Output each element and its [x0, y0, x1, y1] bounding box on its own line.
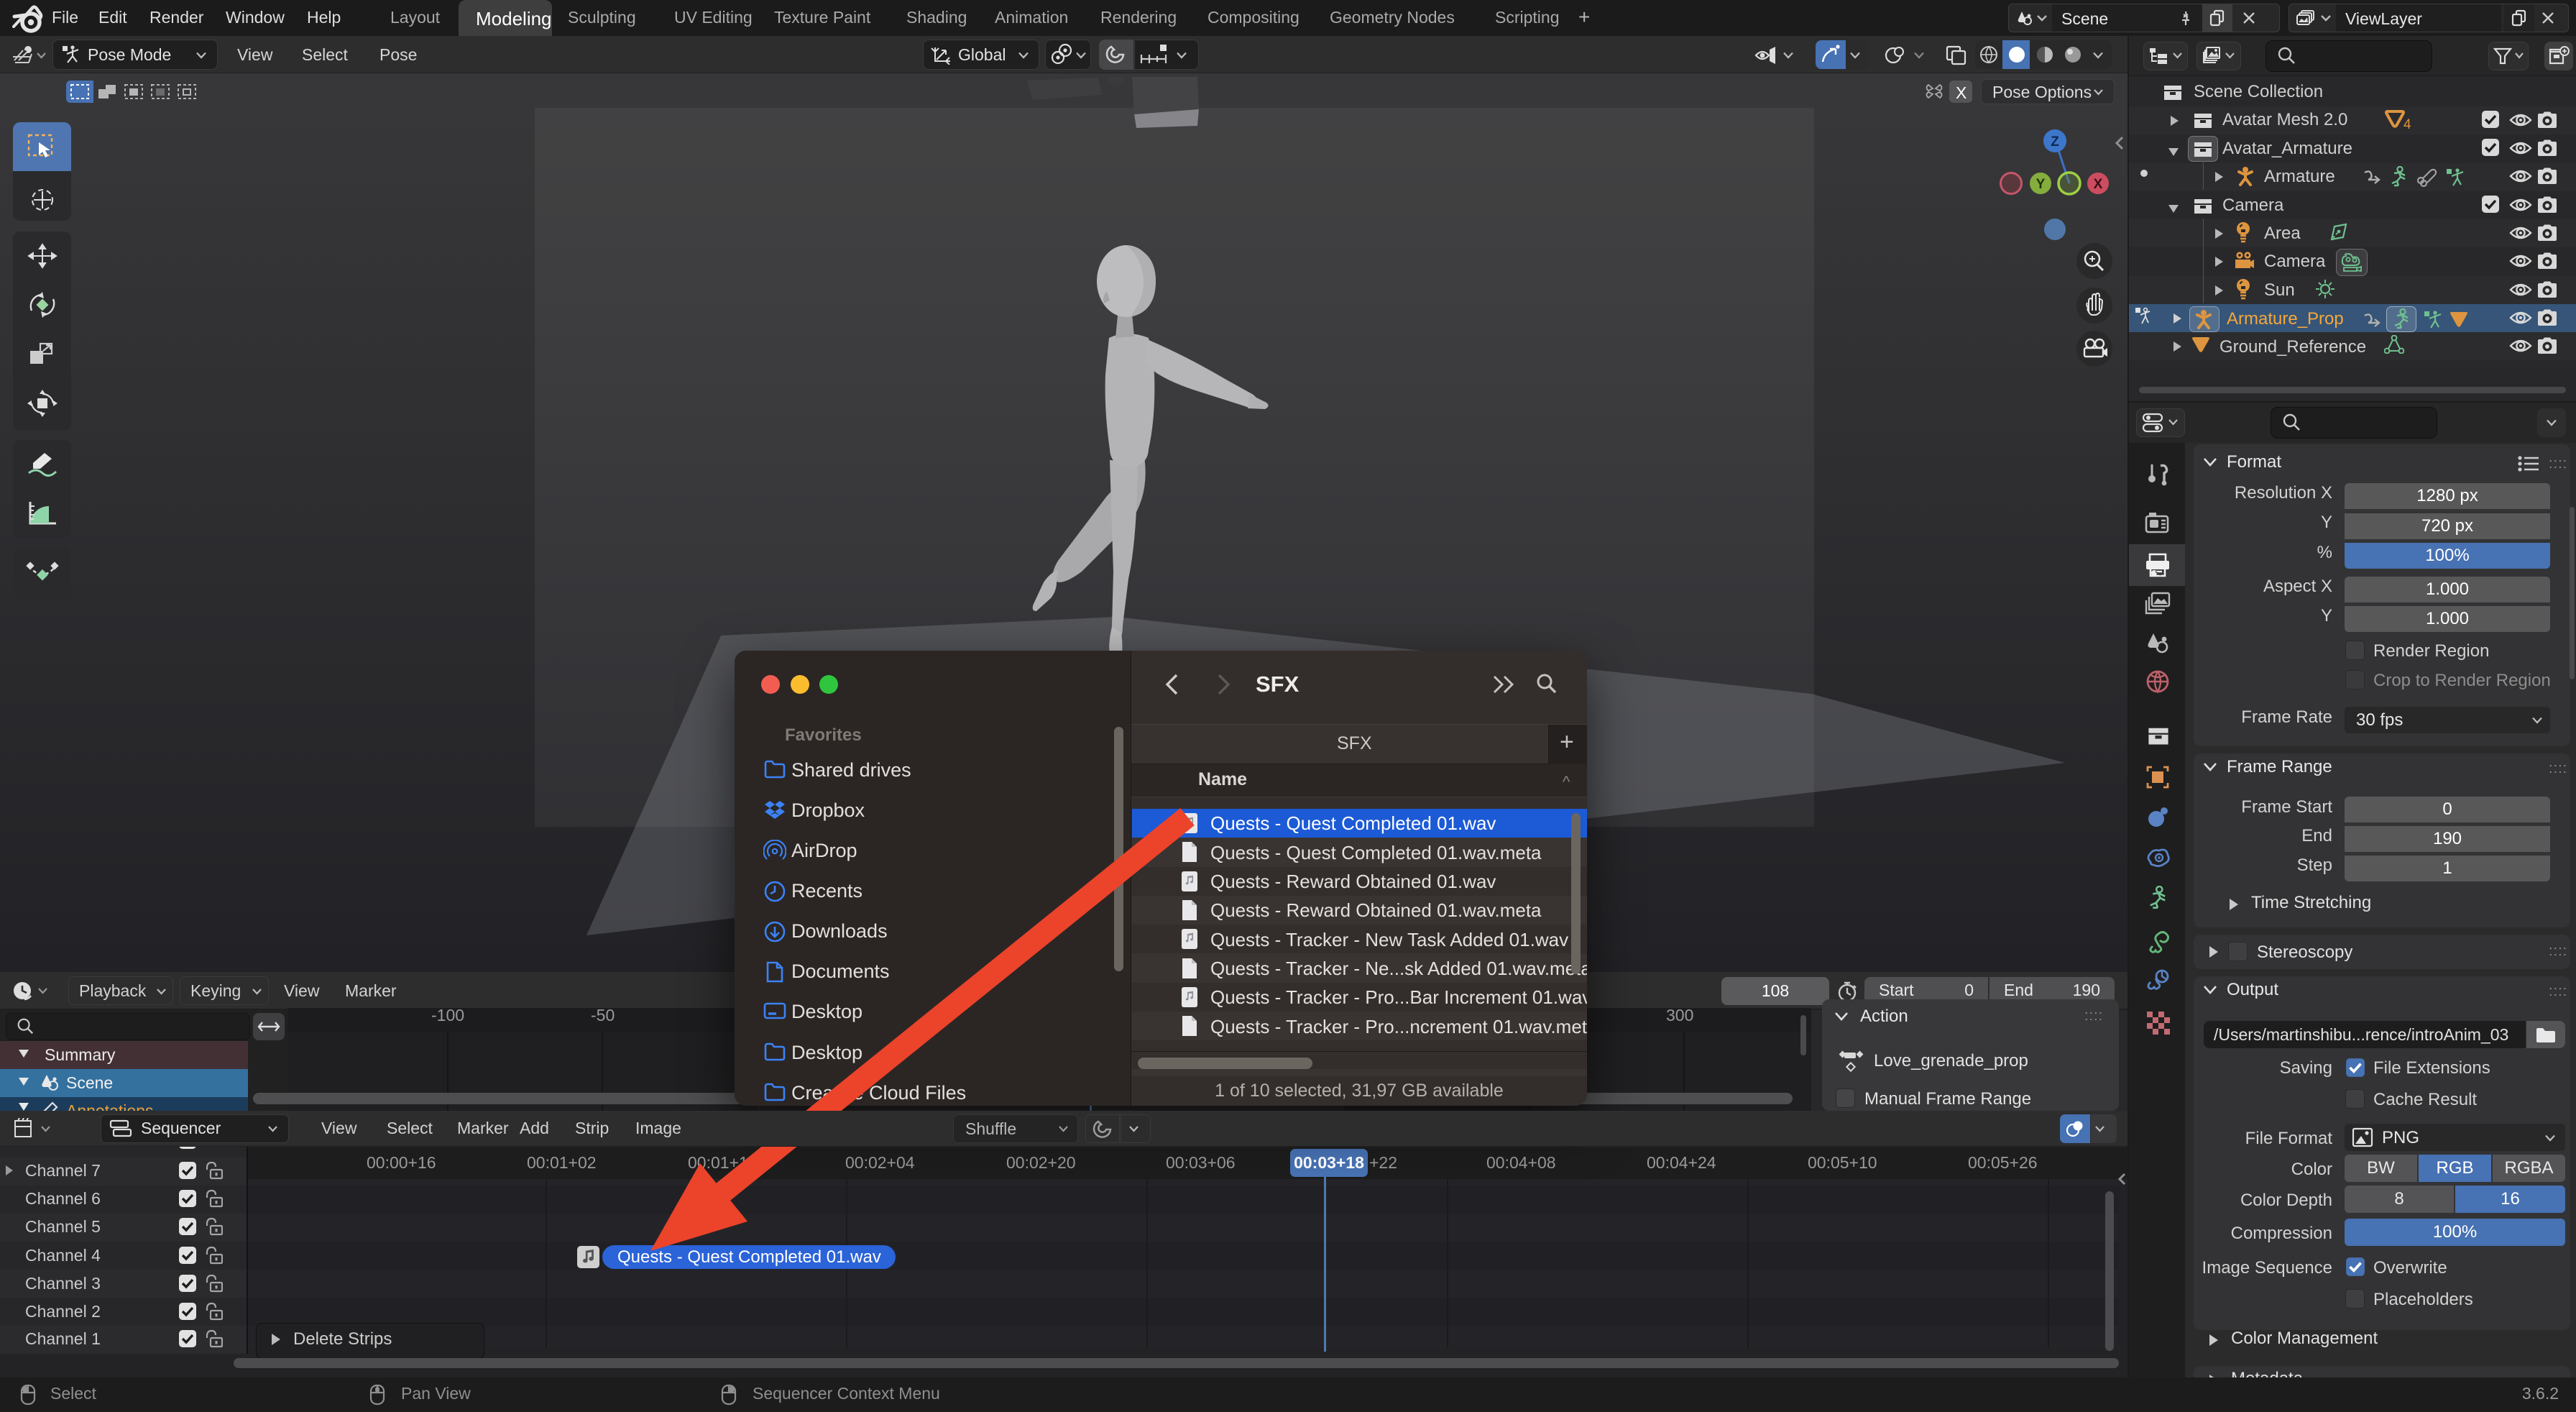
- svg-text:X: X: [2094, 177, 2103, 192]
- svg-text:Y: Y: [2036, 177, 2046, 192]
- svg-text:Z: Z: [2051, 134, 2059, 150]
